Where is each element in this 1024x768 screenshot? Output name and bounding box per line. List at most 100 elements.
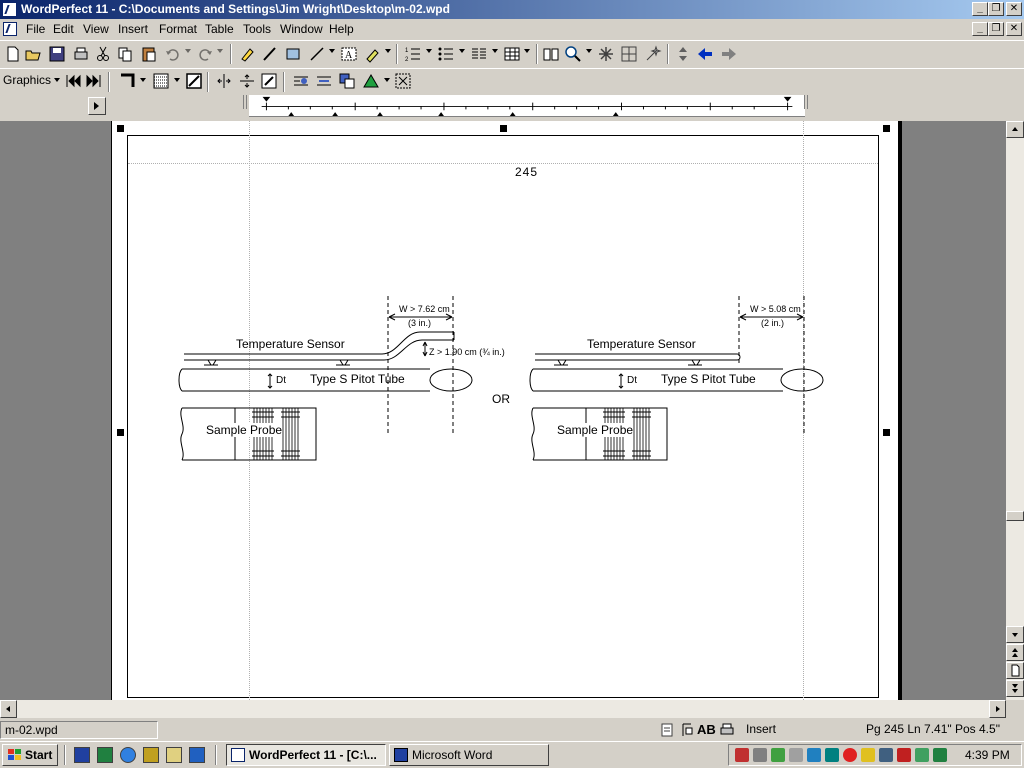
image-icon[interactable] bbox=[284, 45, 302, 63]
align-horizontal-icon[interactable] bbox=[215, 72, 233, 90]
document-tab[interactable]: m-02.wpd bbox=[0, 721, 158, 739]
redo-icon[interactable] bbox=[196, 45, 214, 63]
table-dropdown-icon[interactable] bbox=[524, 49, 530, 53]
updown-arrows-icon[interactable] bbox=[674, 45, 692, 63]
bullets-dropdown-icon[interactable] bbox=[459, 49, 465, 53]
quicklaunch-icon[interactable] bbox=[143, 747, 159, 763]
group-icon[interactable] bbox=[394, 72, 412, 90]
wrap-text-icon[interactable] bbox=[292, 72, 310, 90]
numbering-dropdown-icon[interactable] bbox=[426, 49, 432, 53]
highlight-icon[interactable] bbox=[238, 45, 256, 63]
auto-spell-indicator[interactable]: AB bbox=[697, 722, 716, 737]
insert-mode-field[interactable]: Insert bbox=[742, 721, 860, 739]
menu-window[interactable]: Window bbox=[280, 22, 323, 36]
ruler-right-margin-marker[interactable] bbox=[804, 95, 808, 109]
table-icon[interactable] bbox=[503, 45, 521, 63]
tray-icon[interactable] bbox=[933, 748, 947, 762]
excel-icon[interactable] bbox=[97, 747, 113, 763]
draw-dropdown-icon[interactable] bbox=[385, 49, 391, 53]
undo-dropdown-icon[interactable] bbox=[185, 49, 191, 53]
minimize-button[interactable]: _ bbox=[972, 2, 988, 16]
menu-tools[interactable]: Tools bbox=[243, 22, 271, 36]
menu-help[interactable]: Help bbox=[329, 22, 354, 36]
new-document-icon[interactable] bbox=[4, 45, 22, 63]
scroll-thumb[interactable] bbox=[1006, 511, 1024, 521]
tray-icon[interactable] bbox=[825, 748, 839, 762]
scroll-right-button[interactable] bbox=[989, 700, 1006, 718]
position-field[interactable]: Pg 245 Ln 7.41" Pos 4.5" bbox=[862, 721, 1022, 739]
task-word[interactable]: Microsoft Word bbox=[389, 744, 549, 766]
horizontal-scrollbar[interactable] bbox=[0, 700, 1006, 718]
border-style-icon[interactable] bbox=[118, 72, 136, 90]
textbox-icon[interactable]: A bbox=[340, 45, 358, 63]
tray-icon[interactable] bbox=[861, 748, 875, 762]
restore-button[interactable]: ❐ bbox=[988, 2, 1004, 16]
doc-close-button[interactable]: ✕ bbox=[1006, 22, 1022, 36]
page-view-button[interactable] bbox=[1006, 662, 1024, 679]
menu-table[interactable]: Table bbox=[205, 22, 234, 36]
ruler[interactable] bbox=[249, 95, 805, 117]
forward-arrow-icon[interactable] bbox=[720, 45, 738, 63]
tray-icon[interactable] bbox=[753, 748, 767, 762]
ruler-expand-button[interactable] bbox=[88, 97, 106, 115]
copy-icon[interactable] bbox=[116, 45, 134, 63]
doc-restore-button[interactable]: ❐ bbox=[988, 22, 1004, 36]
ruler-left-margin-marker[interactable] bbox=[243, 95, 247, 109]
word-icon[interactable] bbox=[74, 747, 90, 763]
grid-icon[interactable] bbox=[620, 45, 638, 63]
graphics-dropdown-icon[interactable] bbox=[54, 78, 60, 82]
document-area[interactable]: 245 Temperature Sensor Type S Pitot Tube… bbox=[0, 121, 1006, 700]
clock[interactable]: 4:39 PM bbox=[965, 748, 1010, 762]
align-vertical-icon[interactable] bbox=[238, 72, 256, 90]
zoom-dropdown-icon[interactable] bbox=[586, 49, 592, 53]
bullets-icon[interactable] bbox=[437, 45, 455, 63]
previous-box-icon[interactable] bbox=[64, 72, 82, 90]
save-icon[interactable] bbox=[48, 45, 66, 63]
volume-icon[interactable] bbox=[789, 748, 803, 762]
app-4d-icon[interactable] bbox=[189, 747, 205, 763]
zoom-icon[interactable] bbox=[564, 45, 582, 63]
line-icon[interactable] bbox=[308, 45, 326, 63]
tray-icon[interactable] bbox=[897, 748, 911, 762]
redo-dropdown-icon[interactable] bbox=[217, 49, 223, 53]
object-back-icon[interactable] bbox=[362, 72, 380, 90]
document-icon[interactable] bbox=[3, 22, 17, 36]
pen-icon[interactable] bbox=[261, 45, 279, 63]
print-icon[interactable] bbox=[72, 45, 90, 63]
back-arrow-icon[interactable] bbox=[696, 45, 714, 63]
doc-minimize-button[interactable]: _ bbox=[972, 22, 988, 36]
menu-format[interactable]: Format bbox=[159, 22, 197, 36]
asterisk-icon[interactable] bbox=[597, 45, 615, 63]
tray-icon[interactable] bbox=[843, 748, 857, 762]
scroll-down-button[interactable] bbox=[1006, 626, 1024, 643]
object-front-icon[interactable] bbox=[338, 72, 356, 90]
columns-dropdown-icon[interactable] bbox=[492, 49, 498, 53]
edit-box-icon[interactable] bbox=[260, 72, 278, 90]
network-icon[interactable] bbox=[879, 748, 893, 762]
scroll-left-button[interactable] bbox=[0, 700, 17, 718]
vertical-scrollbar[interactable] bbox=[1006, 121, 1024, 700]
open-folder-icon[interactable] bbox=[24, 45, 42, 63]
book-icon[interactable] bbox=[542, 45, 560, 63]
fill-dropdown-icon[interactable] bbox=[174, 78, 180, 82]
notes-icon[interactable] bbox=[166, 747, 182, 763]
wordperfect-icon[interactable] bbox=[2, 2, 17, 17]
internet-explorer-icon[interactable] bbox=[120, 747, 136, 763]
tray-icon[interactable] bbox=[807, 748, 821, 762]
flip-icon[interactable] bbox=[315, 72, 333, 90]
numbering-icon[interactable]: 12 bbox=[404, 45, 422, 63]
graphics-menu-label[interactable]: Graphics bbox=[3, 73, 51, 87]
object-dropdown-icon[interactable] bbox=[384, 78, 390, 82]
tray-icon[interactable] bbox=[771, 748, 785, 762]
cut-icon[interactable] bbox=[94, 45, 112, 63]
tray-icon[interactable] bbox=[915, 748, 929, 762]
page-setup-icon[interactable] bbox=[680, 723, 694, 737]
undo-icon[interactable] bbox=[164, 45, 182, 63]
paste-icon[interactable] bbox=[140, 45, 158, 63]
menu-file[interactable]: File bbox=[26, 22, 45, 36]
caption-icon[interactable] bbox=[185, 72, 203, 90]
menu-insert[interactable]: Insert bbox=[118, 22, 148, 36]
start-button[interactable]: Start bbox=[2, 744, 58, 766]
fill-pattern-icon[interactable] bbox=[152, 72, 170, 90]
printer-icon[interactable] bbox=[719, 723, 735, 737]
